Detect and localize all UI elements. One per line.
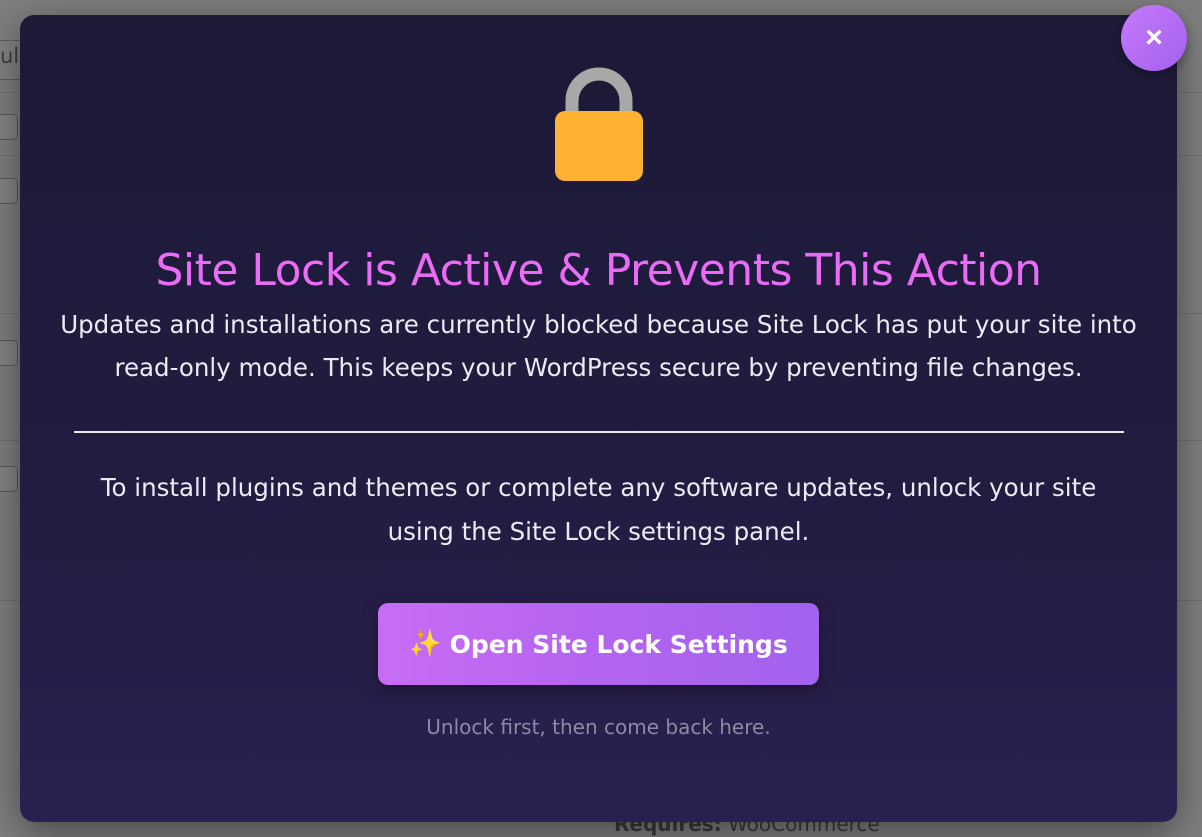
open-site-lock-settings-label: Open Site Lock Settings [449,629,788,659]
close-icon: × [1145,21,1163,54]
lock-icon [555,67,643,181]
modal-description: Updates and installations are currently … [60,310,1137,382]
screen: ulk to abl Requires: WooCommerce Site Lo… [0,0,1202,837]
open-site-lock-settings-button[interactable]: ✨ Open Site Lock Settings [378,603,819,685]
site-lock-modal: Site Lock is Active & Prevents This Acti… [20,15,1177,822]
modal-divider [74,431,1124,433]
sparkles-icon: ✨ [409,629,442,659]
background-checkbox [0,340,18,366]
close-modal-button[interactable]: × [1121,5,1187,71]
modal-instructions: To install plugins and themes or complet… [100,473,1097,546]
background-checkbox [0,466,18,492]
background-checkbox [0,114,18,140]
hint-text: Unlock first, then come back here. [426,715,771,739]
background-checkbox [0,178,18,204]
modal-title: Site Lock is Active & Prevents This Acti… [155,245,1042,296]
